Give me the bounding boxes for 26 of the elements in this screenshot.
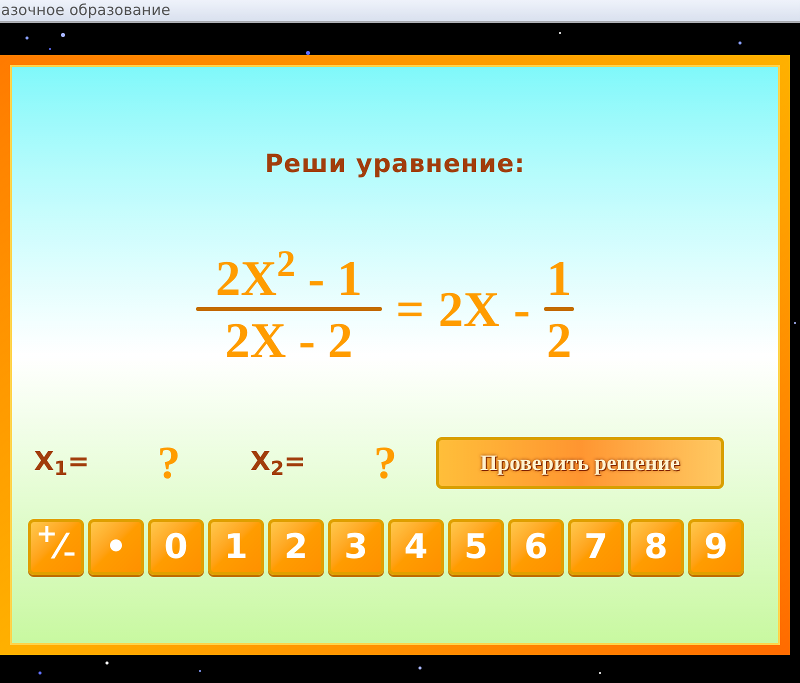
numerator: 1 — [546, 252, 572, 302]
keypad-key[interactable]: 6 — [508, 518, 564, 574]
keypad-key[interactable]: 5 — [448, 518, 504, 574]
check-solution-button[interactable]: Проверить решение — [436, 436, 724, 488]
keypad-key[interactable]: 8 — [628, 518, 684, 574]
answer-label: X$_{2}$= — [250, 446, 306, 482]
keypad-key[interactable]: 9 — [688, 518, 744, 574]
keypad-key[interactable]: • — [88, 518, 144, 574]
keypad-key[interactable]: 1 — [208, 518, 264, 574]
numerator: 2X$^{2}$ - 1 — [214, 252, 364, 302]
keypad-key[interactable]: 2 — [268, 518, 324, 574]
keypad-key[interactable]: 3 — [328, 518, 384, 574]
denominator: 2X - 2 — [224, 314, 353, 364]
equals-sign: = — [396, 284, 424, 334]
window-title: азочное образование — [1, 3, 170, 18]
denominator: 2 — [546, 314, 572, 364]
minus-sign: - — [513, 284, 530, 334]
keypad-key[interactable]: $^{+}$⁄$_{–}$ — [28, 518, 84, 574]
keypad-key[interactable]: 0 — [148, 518, 204, 574]
keypad-key[interactable]: 4 — [388, 518, 444, 574]
answer-label: X$_{1}$= — [34, 446, 90, 482]
keypad-key[interactable]: 7 — [568, 518, 624, 574]
answer-field[interactable]: ? — [374, 440, 397, 486]
prompt-text: Реши уравнение: — [264, 148, 526, 180]
term-text: 2X — [438, 284, 500, 334]
answer-field[interactable]: ? — [157, 440, 180, 486]
